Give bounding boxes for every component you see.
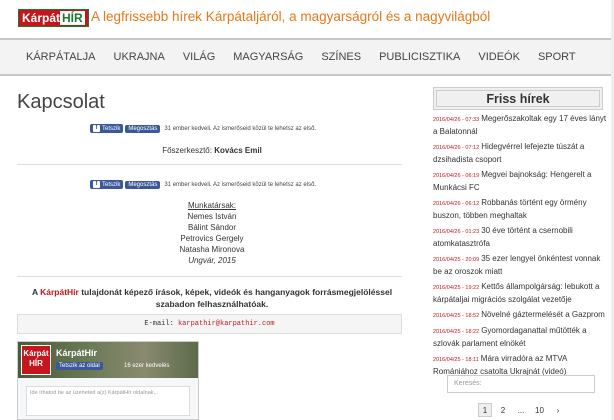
main-content: Kapcsolat	[17, 90, 407, 114]
page-title: Kapcsolat	[17, 91, 105, 113]
list-item[interactable]: 2016/04/26 - 07:33 Megerőszakoltak egy 17…	[433, 113, 608, 138]
facebook-icon: f	[93, 181, 100, 188]
like-count-text: 31 ember kedveli. Az ismerőseid közül te…	[164, 125, 317, 132]
nav-item-vilag[interactable]: VILÁG	[183, 49, 215, 65]
place-year: Ungvár, 2015	[188, 256, 236, 265]
page-10[interactable]: 10	[532, 403, 547, 417]
email-label: E-mail:	[144, 320, 174, 328]
brand-link[interactable]: KárpátHír	[40, 287, 79, 297]
list-item[interactable]: 2016/04/26 - 01:23 30 éve történt a csern…	[433, 225, 608, 250]
editor-line: Főszerkesztő: Kovács Emil	[17, 145, 407, 156]
list-item[interactable]: 2016/04/26 - 07:12 Hidegvérrel lefejezte …	[433, 141, 608, 166]
page-name[interactable]: KárpátHír	[56, 348, 97, 358]
list-item[interactable]: 2016/04/25 - 18:52 Növelné gáztermelését …	[433, 309, 608, 322]
nav-item-sport[interactable]: SPORT	[538, 49, 576, 65]
staff-heading: Munkatársak:	[187, 201, 237, 210]
email-link[interactable]: karpathir@karpathir.com	[178, 320, 275, 328]
nav-item-szines[interactable]: SZÍNES	[321, 49, 361, 65]
news-list: 2016/04/26 - 07:33 Megerőszakoltak egy 17…	[433, 113, 608, 381]
page-1[interactable]: 1	[478, 403, 492, 417]
page-like-button[interactable]: Tetszik az oldal	[56, 362, 103, 370]
list-item[interactable]: 2016/04/25 - 19:22 Kettős állampolgárság:…	[433, 281, 608, 306]
staff-member: Nemes István	[187, 212, 237, 221]
page-ellipsis: ...	[517, 406, 525, 415]
sidebar-title: Friss hírek	[436, 90, 600, 107]
list-item[interactable]: 2016/04/26 - 06:19 Megvei bajnokság: Heng…	[433, 169, 608, 194]
like-button[interactable]: f Tetszik	[90, 124, 124, 133]
staff-member: Petrovics Gergely	[180, 234, 244, 243]
list-item[interactable]: 2016/04/25 - 20:09 35 ezer lengyel önként…	[433, 253, 608, 278]
site-tagline: A legfrissebb hírek Kárpátaljáról, a mag…	[91, 9, 491, 24]
message-input[interactable]: Ide írhatod be az üzeneted a(z) KárpátHí…	[26, 386, 190, 416]
sidebar-heading-box: Friss hírek	[433, 87, 603, 110]
like-button-2[interactable]: f Tetszik	[90, 180, 124, 189]
site-header: Kárpát HÍR A legfrissebb hírek Kárpátaljá…	[0, 0, 614, 38]
share-button[interactable]: Megosztás	[125, 124, 161, 133]
site-logo[interactable]: Kárpát HÍR	[18, 9, 89, 27]
logo-top-text: Kárpát	[22, 11, 61, 25]
nav-item-publicisztika[interactable]: PUBLICISZTIKA	[379, 49, 460, 65]
staff-member: Bálint Sándor	[187, 223, 237, 232]
copyright-notice: A KárpátHír tulajdonát képező írások, ké…	[31, 287, 393, 309]
nav-item-videok[interactable]: VIDEÓK	[478, 49, 520, 65]
divider	[17, 164, 402, 165]
share-button-2[interactable]: Megosztás	[125, 180, 161, 189]
facebook-page-widget: Kárpát HÍR KárpátHír Tetszik az oldal 16…	[17, 341, 199, 420]
page-avatar[interactable]: Kárpát HÍR	[21, 345, 51, 375]
page-like-count: 16 ezer kedvelés	[124, 363, 170, 369]
editor-name: Kovács Emil	[214, 146, 262, 155]
share-row-2: f Tetszik Megosztás 31 ember kedveli. Az …	[90, 180, 316, 189]
nav-item-karpatalja[interactable]: KÁRPÁTALJA	[26, 49, 96, 65]
list-item[interactable]: 2016/04/26 - 06:12 Robbanás történt egy ö…	[433, 197, 608, 222]
list-item[interactable]: 2016/04/25 - 18:22 Gyomordaganattal műtöt…	[433, 325, 608, 350]
nav-item-ukrajna[interactable]: UKRAJNA	[114, 49, 165, 65]
main-nav: KÁRPÁTALJA UKRAJNA VILÁG MAGYARSÁG SZÍNE…	[0, 38, 614, 76]
pagination: 1 2 ... 10 ›	[478, 403, 565, 417]
staff-member: Natasha Mironova	[179, 245, 245, 254]
facebook-icon: f	[93, 125, 100, 132]
email-box: E-mail: karpathir@karpathir.com	[17, 314, 402, 334]
divider	[17, 276, 402, 277]
staff-block: Munkatársak: Nemes István Bálint Sándor …	[17, 200, 407, 266]
next-page-button[interactable]: ›	[551, 403, 565, 417]
sidebar-search-input[interactable]: Keresés:	[447, 375, 595, 393]
editor-label: Főszerkesztő:	[162, 146, 212, 155]
nav-item-magyarsag[interactable]: MAGYARSÁG	[233, 49, 303, 65]
share-row-1: f Tetszik Megosztás 31 ember kedveli. Az …	[90, 124, 316, 133]
like-count-text-2: 31 ember kedveli. Az ismerőseid közül te…	[164, 181, 317, 188]
logo-bottom-text: HÍR	[60, 11, 85, 25]
page-2[interactable]: 2	[496, 403, 510, 417]
